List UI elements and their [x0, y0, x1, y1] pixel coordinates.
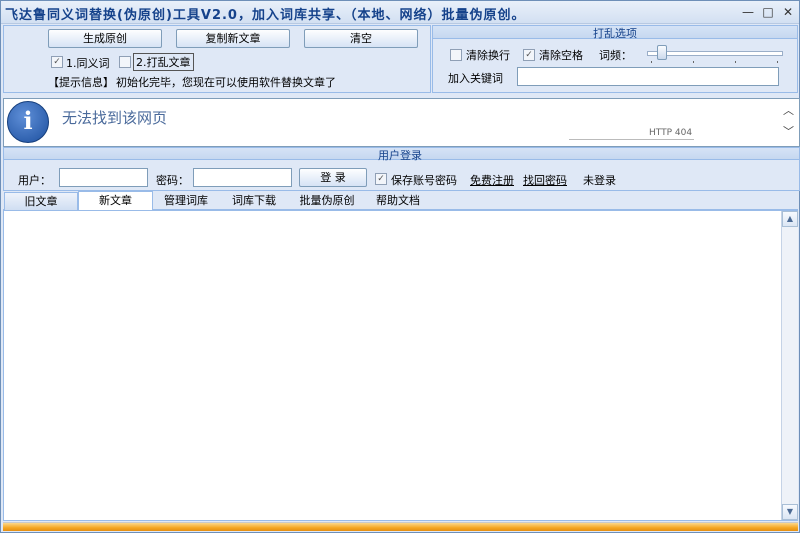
tab-library-download[interactable]: 词库下载 — [221, 192, 287, 209]
login-panel: 用户登录 用户： 密码： 登 录 ✓ 保存账号密码 免费注册 找回密码 未登录 — [3, 147, 800, 191]
editor-scrollbar[interactable]: ▲ ▼ — [781, 211, 798, 520]
frequency-label: 词频： — [599, 49, 632, 62]
frequency-slider-thumb[interactable] — [657, 45, 667, 60]
error-title: 无法找到该网页 — [62, 109, 168, 127]
remove-space-label: 清除空格 — [539, 49, 583, 62]
frequency-slider[interactable] — [647, 45, 783, 63]
article-textarea[interactable]: ▲ ▼ — [3, 210, 798, 521]
main-window: 飞达鲁同义词替换(伪原创)工具V2.0，加入词库共享、（本地、网络）批量伪原创。… — [0, 0, 800, 533]
user-label: 用户： — [18, 174, 51, 187]
browser-area: i 无法找到该网页 HTTP 404 ︿ ﹀ — [3, 98, 800, 147]
keyword-label: 加入关键词 — [448, 72, 503, 85]
keyword-input[interactable] — [517, 67, 779, 86]
remove-newline-label: 清除换行 — [466, 49, 510, 62]
title-bar: 飞达鲁同义词替换(伪原创)工具V2.0，加入词库共享、（本地、网络）批量伪原创。… — [1, 1, 799, 24]
recover-password-link[interactable]: 找回密码 — [523, 172, 567, 188]
password-input[interactable] — [193, 168, 292, 187]
save-password-label: 保存账号密码 — [391, 174, 457, 187]
shuffle-options-title: 打乱选项 — [593, 27, 637, 40]
generate-button[interactable]: 生成原创 — [48, 29, 162, 48]
copy-article-button[interactable]: 复制新文章 — [176, 29, 290, 48]
tab-new-article[interactable]: 新文章 — [78, 191, 153, 212]
register-link[interactable]: 免费注册 — [470, 172, 514, 188]
error-code: HTTP 404 — [649, 128, 693, 138]
synonym-label: 1.同义词 — [66, 57, 110, 70]
remove-newline-checkbox[interactable] — [450, 49, 462, 61]
browser-scroll-up-icon[interactable]: ︿ — [783, 102, 794, 118]
clear-button[interactable]: 清空 — [304, 29, 418, 48]
scroll-up-icon[interactable]: ▲ — [782, 211, 798, 227]
minimize-icon[interactable]: — — [739, 4, 757, 20]
synonym-checkbox[interactable]: ✓ — [51, 56, 63, 68]
tab-help-docs[interactable]: 帮助文档 — [367, 192, 429, 209]
hint-text: 初始化完毕，您现在可以使用软件替换文章了 — [116, 76, 336, 89]
save-password-checkbox[interactable]: ✓ — [375, 173, 387, 185]
shuffle-label: 2.打乱文章 — [133, 53, 194, 71]
maximize-icon[interactable]: □ — [759, 4, 777, 20]
user-input[interactable] — [59, 168, 148, 187]
info-icon: i — [7, 101, 49, 143]
close-icon[interactable]: ✕ — [779, 4, 797, 20]
tab-batch-rewrite[interactable]: 批量伪原创 — [289, 192, 365, 209]
shuffle-checkbox[interactable] — [119, 56, 131, 68]
tab-old-article[interactable]: 旧文章 — [4, 192, 78, 210]
progress-bar — [3, 522, 798, 531]
login-status: 未登录 — [583, 174, 616, 187]
browser-scroll-down-icon[interactable]: ﹀ — [783, 123, 794, 139]
shuffle-options-panel: 打乱选项 清除换行 ✓ 清除空格 词频： 加入关键词 — [432, 25, 798, 93]
login-title: 用户登录 — [378, 149, 422, 162]
window-title: 飞达鲁同义词替换(伪原创)工具V2.0，加入词库共享、（本地、网络）批量伪原创。 — [5, 8, 526, 23]
password-label: 密码： — [156, 174, 189, 187]
remove-space-checkbox[interactable]: ✓ — [523, 49, 535, 61]
toolbar-panel: 生成原创 复制新文章 清空 ✓ 1.同义词 2.打乱文章 【提示信息】 初始化完… — [3, 25, 431, 93]
tab-manage-library[interactable]: 管理词库 — [153, 192, 219, 209]
login-button[interactable]: 登 录 — [299, 168, 367, 187]
hint-label: 【提示信息】 — [48, 76, 114, 89]
scroll-down-icon[interactable]: ▼ — [782, 504, 798, 520]
